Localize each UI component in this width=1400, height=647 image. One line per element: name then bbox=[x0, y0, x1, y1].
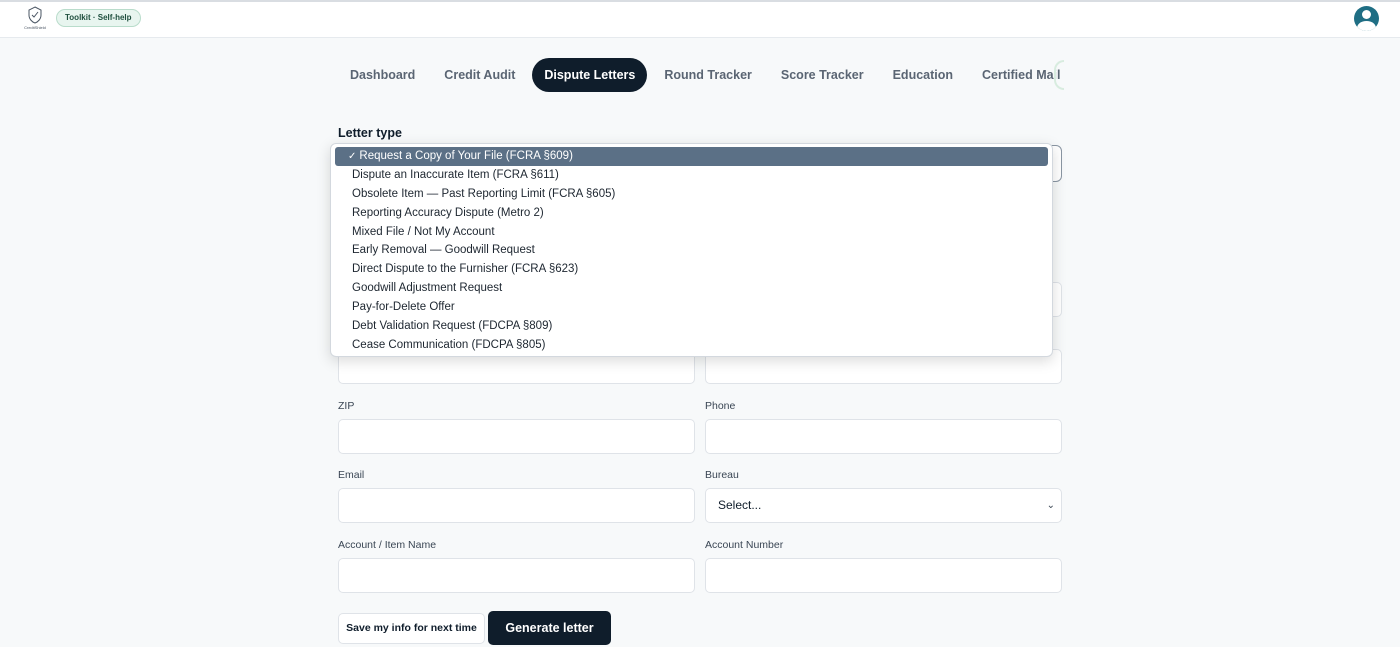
option-metro2[interactable]: Reporting Accuracy Dispute (Metro 2) bbox=[335, 204, 1048, 223]
logo[interactable]: CreditShield bbox=[22, 6, 48, 34]
zip-label: ZIP bbox=[338, 400, 355, 412]
option-pay-for-delete[interactable]: Pay-for-Delete Offer bbox=[335, 298, 1048, 317]
phone-input[interactable] bbox=[705, 419, 1062, 454]
account-number-label: Account Number bbox=[705, 539, 784, 551]
option-dispute-inaccurate[interactable]: Dispute an Inaccurate Item (FCRA §611) bbox=[335, 166, 1048, 185]
tab-dashboard[interactable]: Dashboard bbox=[338, 58, 427, 92]
tab-certified-mail[interactable]: Certified Mail bbox=[970, 58, 1062, 92]
letter-type-label: Letter type bbox=[338, 126, 402, 140]
account-name-input[interactable] bbox=[338, 558, 695, 593]
top-bar: CreditShield Toolkit · Self-help bbox=[0, 0, 1400, 38]
option-mixed-file[interactable]: Mixed File / Not My Account bbox=[335, 223, 1048, 242]
logo-text: CreditShield bbox=[24, 25, 46, 30]
user-avatar-icon[interactable] bbox=[1354, 6, 1379, 31]
option-debt-validation[interactable]: Debt Validation Request (FDCPA §809) bbox=[335, 317, 1048, 336]
tab-score-tracker[interactable]: Score Tracker bbox=[769, 58, 876, 92]
zip-input[interactable] bbox=[338, 419, 695, 454]
save-info-button[interactable]: Save my info for next time bbox=[338, 613, 485, 644]
email-input[interactable] bbox=[338, 488, 695, 523]
tab-round-tracker[interactable]: Round Tracker bbox=[652, 58, 764, 92]
tab-education[interactable]: Education bbox=[881, 58, 965, 92]
tab-credit-audit[interactable]: Credit Audit bbox=[432, 58, 527, 92]
option-direct-dispute[interactable]: Direct Dispute to the Furnisher (FCRA §6… bbox=[335, 260, 1048, 279]
tab-dispute-letters[interactable]: Dispute Letters bbox=[532, 58, 648, 92]
bureau-select-value: Select... bbox=[718, 498, 762, 512]
option-cease-communication[interactable]: Cease Communication (FDCPA §805) bbox=[335, 336, 1048, 355]
toolkit-badge: Toolkit · Self-help bbox=[56, 9, 141, 27]
bureau-label: Bureau bbox=[705, 469, 739, 481]
bureau-select[interactable]: Select... ⌄ bbox=[705, 488, 1062, 523]
email-label: Email bbox=[338, 469, 365, 481]
chevron-down-icon: ⌄ bbox=[1046, 500, 1055, 511]
shield-logo-icon bbox=[28, 6, 42, 24]
letter-type-dropdown: ✓ Request a Copy of Your File (FCRA §609)… bbox=[330, 143, 1053, 357]
checkmark-icon: ✓ bbox=[348, 151, 357, 162]
account-number-input[interactable] bbox=[705, 558, 1062, 593]
option-early-removal[interactable]: Early Removal — Goodwill Request bbox=[335, 241, 1048, 260]
main-tabs: Dashboard Credit Audit Dispute Letters R… bbox=[338, 58, 1062, 92]
tab-overflow-fade[interactable] bbox=[1054, 60, 1064, 90]
option-goodwill[interactable]: Goodwill Adjustment Request bbox=[335, 279, 1048, 298]
account-name-label: Account / Item Name bbox=[338, 539, 437, 551]
generate-letter-button[interactable]: Generate letter bbox=[488, 611, 611, 645]
option-request-copy[interactable]: ✓ Request a Copy of Your File (FCRA §609) bbox=[335, 147, 1048, 166]
option-obsolete-item[interactable]: Obsolete Item — Past Reporting Limit (FC… bbox=[335, 185, 1048, 204]
phone-label: Phone bbox=[705, 400, 736, 412]
